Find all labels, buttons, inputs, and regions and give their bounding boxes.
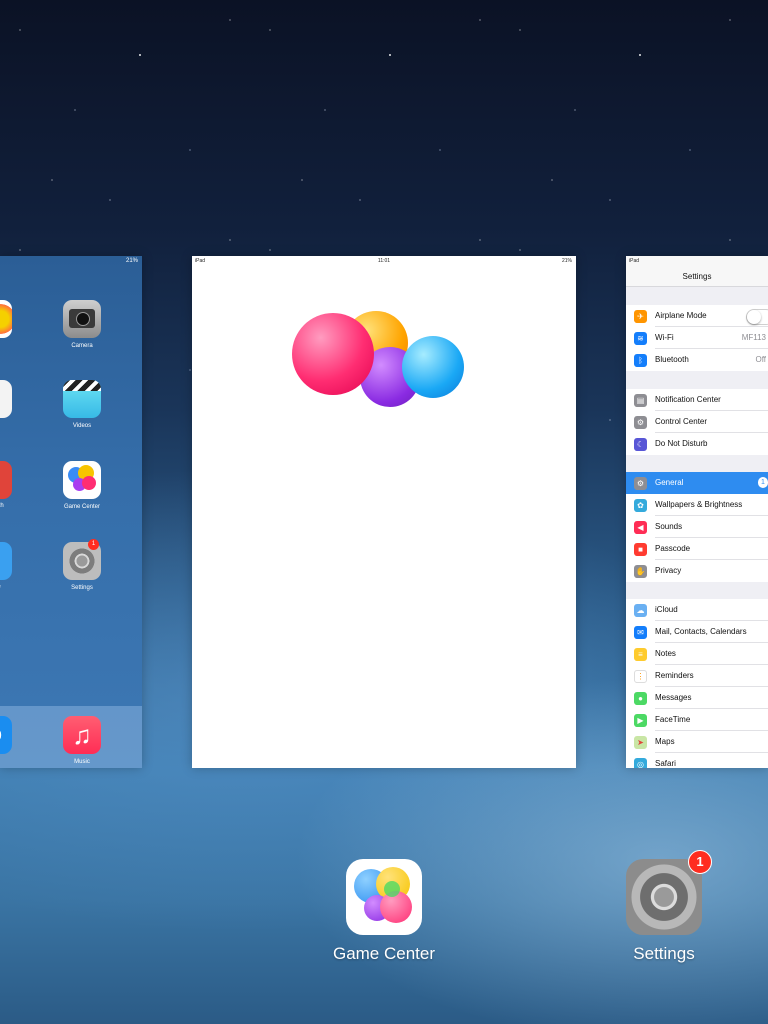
game-center-icon — [63, 461, 101, 499]
safari-icon[interactable] — [0, 716, 12, 754]
photo-booth-icon[interactable] — [0, 461, 12, 499]
game-center-app[interactable]: Game Center — [52, 461, 112, 510]
safari-icon: ◎ — [634, 758, 647, 768]
moon-icon: ☾ — [634, 438, 647, 451]
home-screen-card[interactable]: 21% s ooth ore Camera Videos Game Center… — [0, 256, 142, 768]
battery-status: 21% — [125, 258, 138, 264]
general-badge: 1 — [758, 477, 768, 488]
facetime-icon: ▶ — [634, 714, 647, 727]
camera-icon — [63, 300, 101, 338]
hand-icon: ✋ — [634, 565, 647, 578]
switcher-app-settings[interactable]: 1 Settings — [584, 850, 744, 964]
settings-row-do-not-disturb[interactable]: ☾ Do Not Disturb — [626, 433, 768, 455]
cloud-icon: ☁ — [634, 604, 647, 617]
settings-title: Settings — [682, 272, 712, 281]
settings-row-airplane-mode[interactable]: ✈ Airplane Mode — [626, 305, 768, 327]
game-center-bubbles-logo — [292, 311, 467, 411]
switcher-label: Game Center — [332, 944, 436, 963]
bluetooth-icon: ᛒ — [634, 354, 647, 367]
notification-badge: 1 — [88, 539, 99, 550]
notes-icon: ≡ — [634, 648, 647, 661]
settings-row-messages[interactable]: ● Messages — [626, 687, 768, 709]
settings-header: iPad Settings — [626, 256, 768, 287]
airplane-icon: ✈ — [634, 310, 647, 323]
settings-row-reminders[interactable]: ⋮ Reminders — [626, 665, 768, 687]
game-center-icon[interactable] — [346, 859, 422, 935]
gear-icon: ⚙ — [634, 477, 647, 490]
settings-row-passcode[interactable]: ■ Passcode — [626, 538, 768, 560]
sounds-icon: ◀ — [634, 521, 647, 534]
photos-icon[interactable] — [0, 300, 12, 338]
partial-label: ore — [0, 584, 1, 590]
app-store-icon[interactable] — [0, 542, 12, 580]
reminders-icon: ⋮ — [634, 670, 647, 683]
dock: ♫ Music — [0, 706, 142, 768]
device-name: iPad — [629, 258, 640, 264]
lock-icon: ■ — [634, 543, 647, 556]
switcher-label: Settings — [633, 944, 695, 963]
partial-label: ooth — [0, 503, 4, 509]
settings-row-bluetooth[interactable]: ᛒ Bluetooth Off — [626, 349, 768, 371]
maps-icon[interactable] — [0, 380, 12, 418]
settings-row-mail[interactable]: ✉ Mail, Contacts, Calendars — [626, 621, 768, 643]
wifi-icon: ≋ — [634, 332, 647, 345]
status-time: 11:01 — [377, 258, 391, 264]
maps-icon: ➤ — [634, 736, 647, 749]
settings-row-notes[interactable]: ≡ Notes — [626, 643, 768, 665]
settings-row-wifi[interactable]: ≋ Wi-Fi MF113 — [626, 327, 768, 349]
settings-row-facetime[interactable]: ▶ FaceTime — [626, 709, 768, 731]
settings-row-safari[interactable]: ◎ Safari — [626, 753, 768, 768]
notification-badge: 1 — [688, 850, 712, 874]
settings-row-general[interactable]: ⚙ General 1 — [626, 472, 768, 494]
status-bar: iPad 11:01 21% — [192, 256, 576, 266]
videos-app[interactable]: Videos — [52, 380, 112, 429]
settings-row-control-center[interactable]: ⚙ Control Center — [626, 411, 768, 433]
airplane-mode-toggle[interactable] — [746, 309, 768, 325]
music-app[interactable]: ♫ Music — [52, 716, 112, 765]
settings-icon[interactable]: 1 — [626, 850, 712, 935]
wallpaper-icon: ✿ — [634, 499, 647, 512]
settings-row-privacy[interactable]: ✋ Privacy — [626, 560, 768, 582]
settings-row-icloud[interactable]: ☁ iCloud — [626, 599, 768, 621]
settings-row-maps[interactable]: ➤ Maps — [626, 731, 768, 753]
notification-center-icon: ▤ — [634, 394, 647, 407]
settings-row-notification-center[interactable]: ▤ Notification Center — [626, 389, 768, 411]
switcher-app-game-center[interactable]: Game Center — [304, 859, 464, 964]
control-center-icon: ⚙ — [634, 416, 647, 429]
music-icon: ♫ — [63, 716, 101, 754]
game-center-card[interactable]: iPad 11:01 21% — [192, 256, 576, 768]
settings-row-wallpapers[interactable]: ✿ Wallpapers & Brightness — [626, 494, 768, 516]
mail-icon: ✉ — [634, 626, 647, 639]
videos-icon — [63, 380, 101, 418]
settings-row-sounds[interactable]: ◀ Sounds — [626, 516, 768, 538]
battery-status: 21% — [561, 258, 572, 264]
camera-app[interactable]: Camera — [52, 300, 112, 349]
messages-icon: ● — [634, 692, 647, 705]
settings-app[interactable]: 1 Settings — [52, 539, 112, 591]
settings-card[interactable]: iPad Settings ✈ Airplane Mode ≋ Wi-Fi MF… — [626, 256, 768, 768]
